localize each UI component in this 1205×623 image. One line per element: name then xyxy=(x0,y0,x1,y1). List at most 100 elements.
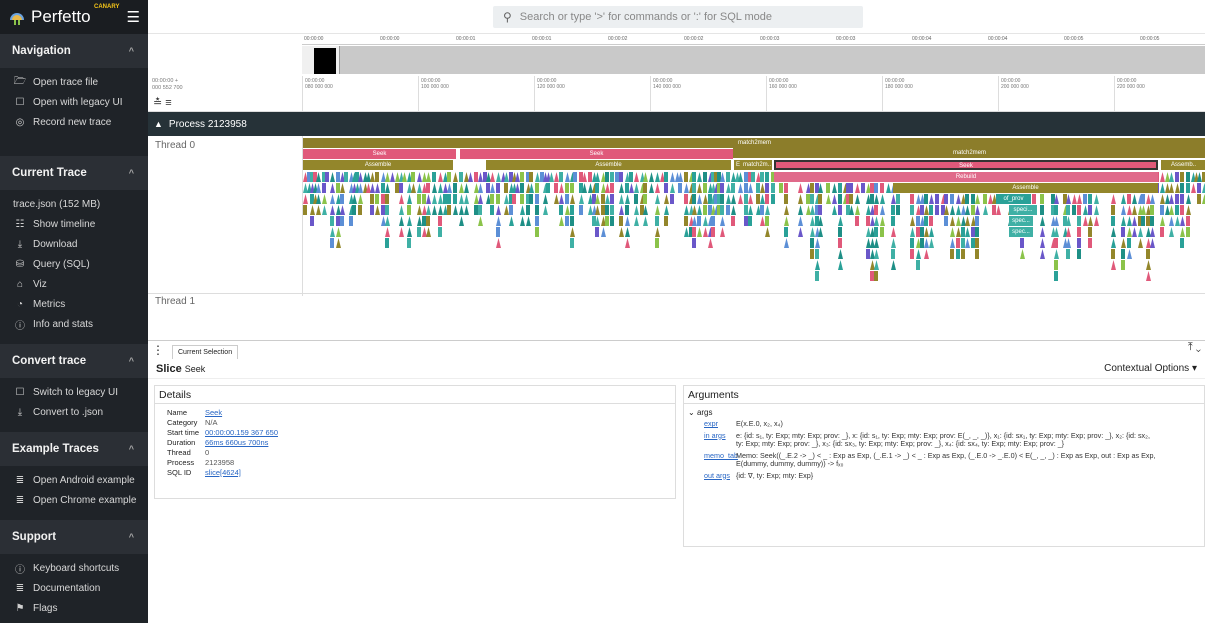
flame-slice[interactable] xyxy=(815,249,819,259)
flame-chart[interactable]: match2mem match2mem Seek Seek Assemble A… xyxy=(302,136,1205,296)
flame-slice[interactable] xyxy=(748,194,753,204)
flame-slice[interactable] xyxy=(399,216,404,226)
flame-slice[interactable] xyxy=(399,194,404,204)
flame-slice[interactable] xyxy=(535,216,539,226)
flame-slice[interactable] xyxy=(855,205,860,215)
overview-strip[interactable] xyxy=(302,46,1205,74)
flame-slice[interactable] xyxy=(975,249,979,259)
flame-slice[interactable] xyxy=(1077,249,1081,259)
flame-slice[interactable] xyxy=(634,205,639,215)
flame-slice[interactable] xyxy=(496,216,501,226)
flame-slice[interactable] xyxy=(1127,205,1132,215)
flame-slice[interactable] xyxy=(838,216,843,226)
slice-rebuild[interactable]: Rebuild xyxy=(774,172,1158,182)
flame-slice[interactable] xyxy=(684,205,689,215)
args-root[interactable]: ⌄ args xyxy=(684,404,1204,417)
flame-slice[interactable] xyxy=(950,249,954,259)
flame-slice[interactable] xyxy=(1111,216,1115,226)
flame-slice[interactable] xyxy=(509,216,514,226)
flame-slice[interactable] xyxy=(459,216,464,226)
flame-slice[interactable] xyxy=(684,216,688,226)
chevron-up-icon[interactable]: ^ xyxy=(129,356,134,366)
flame-slice[interactable] xyxy=(1040,205,1044,215)
flame-slice[interactable] xyxy=(765,183,769,193)
flame-slice[interactable] xyxy=(459,172,463,182)
flame-slice[interactable] xyxy=(1054,205,1058,215)
flame-slice[interactable] xyxy=(684,227,689,237)
flame-slice[interactable] xyxy=(340,183,345,193)
flame-slice[interactable] xyxy=(554,172,559,182)
flame-slice[interactable] xyxy=(625,238,630,248)
flame-slice[interactable] xyxy=(806,205,811,215)
flame-slice[interactable] xyxy=(649,183,654,193)
flame-slice[interactable] xyxy=(565,172,570,182)
flame-slice[interactable] xyxy=(784,227,788,237)
flame-slice[interactable] xyxy=(375,172,379,182)
flame-slice[interactable] xyxy=(810,205,815,215)
flame-slice[interactable] xyxy=(935,205,939,215)
flame-slice[interactable] xyxy=(370,194,374,204)
flame-slice[interactable] xyxy=(1186,172,1190,182)
flame-slice[interactable] xyxy=(1150,238,1155,248)
flame-slice[interactable] xyxy=(325,172,329,182)
flame-slice[interactable] xyxy=(1121,227,1125,237)
flame-slice[interactable] xyxy=(1066,205,1070,215)
flame-slice[interactable] xyxy=(975,205,980,215)
flame-slice[interactable] xyxy=(330,227,335,237)
flame-slice[interactable] xyxy=(1083,216,1088,226)
flame-slice[interactable] xyxy=(336,227,341,237)
flame-slice[interactable] xyxy=(352,205,356,215)
flame-slice[interactable] xyxy=(684,183,689,193)
flame-slice[interactable] xyxy=(756,183,760,193)
flame-slice[interactable] xyxy=(1160,216,1165,226)
slice-assemble[interactable]: Assemble xyxy=(303,160,453,170)
flame-slice[interactable] xyxy=(910,205,914,215)
flame-slice[interactable] xyxy=(634,194,638,204)
flame-slice[interactable] xyxy=(1132,194,1137,204)
flame-slice[interactable] xyxy=(399,183,403,193)
flame-slice[interactable] xyxy=(965,227,970,237)
sidebar-item-switch-to-legacy-ui[interactable]: ☐ Switch to legacy UI xyxy=(0,382,148,402)
flame-slice[interactable] xyxy=(330,183,335,193)
flame-slice[interactable] xyxy=(815,260,820,270)
flame-slice[interactable] xyxy=(956,216,961,226)
flame-slice[interactable] xyxy=(344,172,348,182)
flame-slice[interactable] xyxy=(1180,194,1184,204)
flame-slice[interactable] xyxy=(520,205,525,215)
flame-slice[interactable] xyxy=(1180,205,1184,215)
flame-slice[interactable] xyxy=(407,227,412,237)
flame-slice[interactable] xyxy=(565,205,570,215)
flame-slice[interactable] xyxy=(1054,249,1059,259)
flame-slice[interactable] xyxy=(920,227,924,237)
flame-slice[interactable] xyxy=(935,194,939,204)
flame-slice[interactable] xyxy=(866,216,870,226)
tracks-area[interactable]: Thread 0 Thread 1 match2mem match2mem Se… xyxy=(148,136,1205,311)
flame-slice[interactable] xyxy=(708,238,713,248)
flame-slice[interactable] xyxy=(385,227,390,237)
flame-slice[interactable] xyxy=(330,238,334,248)
flame-slice[interactable] xyxy=(826,183,830,193)
flame-slice[interactable] xyxy=(910,194,914,204)
flame-slice[interactable] xyxy=(375,183,380,193)
flame-slice[interactable] xyxy=(870,271,874,281)
flame-slice[interactable] xyxy=(303,194,308,204)
flame-slice[interactable] xyxy=(1088,205,1092,215)
flame-slice[interactable] xyxy=(426,205,431,215)
flame-slice[interactable] xyxy=(407,216,412,226)
flame-slice[interactable] xyxy=(744,183,748,193)
flame-slice[interactable] xyxy=(765,194,769,204)
flame-slice[interactable] xyxy=(961,216,966,226)
flame-slice[interactable] xyxy=(870,249,875,259)
flame-slice[interactable] xyxy=(426,227,431,237)
flame-slice[interactable] xyxy=(1111,238,1116,248)
flame-slice[interactable] xyxy=(610,205,614,215)
flame-slice[interactable] xyxy=(874,238,879,248)
flame-slice[interactable] xyxy=(610,194,614,204)
flame-slice[interactable] xyxy=(649,172,654,182)
flame-slice[interactable] xyxy=(874,249,879,259)
flame-slice[interactable] xyxy=(605,183,610,193)
flame-slice[interactable] xyxy=(956,205,961,215)
flame-slice[interactable] xyxy=(610,216,614,226)
flame-slice[interactable] xyxy=(1121,216,1126,226)
flame-slice[interactable] xyxy=(971,205,975,215)
